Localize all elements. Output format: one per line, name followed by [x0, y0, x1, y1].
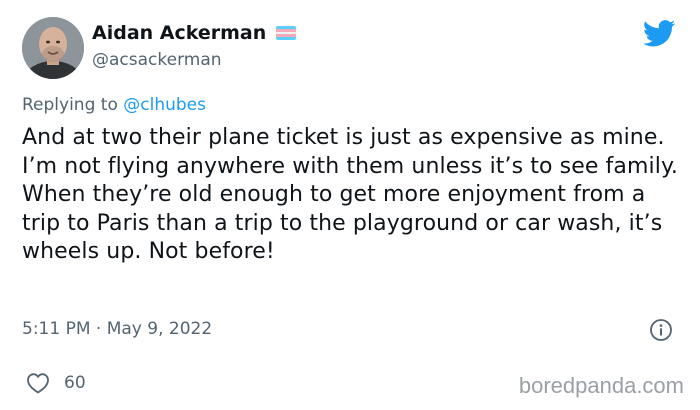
- like-button[interactable]: 60: [26, 372, 86, 394]
- reply-to-handle-link[interactable]: @clhubes: [123, 95, 206, 115]
- tweet-timestamp[interactable]: 5:11 PM · May 9, 2022: [22, 319, 212, 339]
- replying-to-label: Replying to: [22, 95, 124, 115]
- transgender-flag-icon: [276, 26, 297, 40]
- author-handle[interactable]: @acsackerman: [92, 50, 222, 70]
- avatar[interactable]: [22, 17, 84, 79]
- author-display-name[interactable]: Aidan Ackerman: [92, 22, 266, 44]
- heart-icon[interactable]: [26, 372, 50, 394]
- like-count: 60: [64, 373, 86, 393]
- tweet-text: And at two their plane ticket is just as…: [22, 125, 679, 264]
- watermark: boredpanda.com: [518, 373, 684, 398]
- info-icon[interactable]: [649, 318, 673, 342]
- replying-to: Replying to @clhubes: [22, 95, 206, 115]
- twitter-bird-icon[interactable]: [643, 20, 676, 47]
- author-name-row[interactable]: Aidan Ackerman: [92, 22, 297, 44]
